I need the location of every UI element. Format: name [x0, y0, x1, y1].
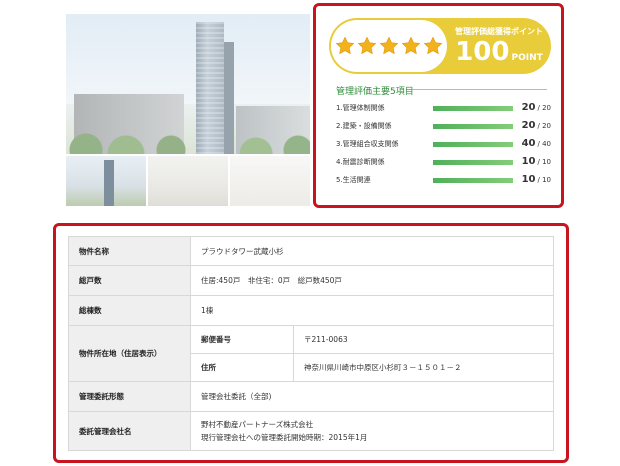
table-row: 委託管理会社名 野村不動産パートナーズ株式会社 現行管理会社への管理委託開始時期… — [68, 411, 554, 451]
property-photo-gallery — [66, 14, 310, 206]
rating-item-label: 5.生活関連 — [336, 176, 371, 184]
photo-thumbnail[interactable] — [148, 156, 228, 206]
points-unit: POINT — [511, 53, 543, 63]
property-info-panel: 物件名称 プラウドタワー武蔵小杉 総戸数 住居:450戸 非住宅：0戸 総戸数4… — [53, 223, 569, 463]
company-name: 野村不動産パートナーズ株式会社 — [201, 420, 314, 429]
property-name: プラウドタワー武蔵小杉 — [190, 236, 554, 266]
rating-bar — [433, 106, 513, 111]
rating-item-label: 2.建築・設備関係 — [336, 122, 392, 130]
total-points-badge: 管理評価総獲得ポイント 100 POINT — [329, 18, 551, 74]
rating-item: 2.建築・設備関係 20/ 20 — [336, 118, 551, 136]
rating-item: 3.管理組合収支関係 40/ 40 — [336, 136, 551, 154]
rating-item-label: 3.管理組合収支関係 — [336, 140, 399, 148]
postal-code: 〒211-0063 — [293, 325, 554, 354]
rating-item-score: 10/ 10 — [521, 174, 551, 185]
row-header: 総戸数 — [68, 265, 191, 296]
address: 神奈川県川崎市中原区小杉町３－１５０１－２ — [293, 353, 554, 382]
management-type: 管理会社委託（全部) — [190, 381, 554, 412]
rating-bar — [433, 142, 513, 147]
rating-items-list: 1.管理体制関係 20/ 20 2.建築・設備関係 20/ 20 3.管理組合収… — [336, 100, 551, 190]
photo-thumbnail[interactable] — [230, 156, 310, 206]
row-header: 総棟数 — [68, 295, 191, 326]
rating-bar — [433, 124, 513, 129]
rating-item: 4.耐震診断関係 10/ 10 — [336, 154, 551, 172]
star-icon — [335, 36, 355, 55]
management-company: 野村不動産パートナーズ株式会社 現行管理会社への管理委託開始時期：2015年1月 — [190, 411, 554, 451]
sub-header: 住所 — [190, 353, 294, 382]
rating-item: 5.生活関連 10/ 10 — [336, 172, 551, 190]
rating-items-title: 管理評価主要5項目 — [336, 87, 414, 97]
total-buildings: 1棟 — [190, 295, 554, 326]
rating-item: 1.管理体制関係 20/ 20 — [336, 100, 551, 118]
table-row: 管理委託形態 管理会社委託（全部) — [68, 381, 554, 412]
sub-header: 郵便番号 — [190, 325, 294, 354]
rating-item-label: 1.管理体制関係 — [336, 104, 385, 112]
star-icon — [401, 36, 421, 55]
divider — [412, 89, 547, 90]
rating-bar — [433, 160, 513, 165]
photo-thumbnail[interactable] — [66, 156, 146, 206]
rating-item-score: 20/ 20 — [521, 120, 551, 131]
photo-thumbnails — [66, 156, 310, 206]
star-icon — [357, 36, 377, 55]
row-header: 管理委託形態 — [68, 381, 191, 412]
star-icon — [423, 36, 443, 55]
management-rating-card: 管理評価総獲得ポイント 100 POINT 管理評価主要5項目 1.管理体制関係 … — [313, 3, 564, 208]
total-points-value: 100 — [455, 37, 510, 67]
table-row: 物件名称 プラウドタワー武蔵小杉 — [68, 236, 554, 266]
property-main-photo[interactable] — [66, 14, 310, 154]
table-row: 総戸数 住居:450戸 非住宅：0戸 総戸数450戸 — [68, 265, 554, 296]
rating-item-score: 20/ 20 — [521, 102, 551, 113]
rating-item-label: 4.耐震診断関係 — [336, 158, 385, 166]
total-points-label: 管理評価総獲得ポイント — [455, 27, 543, 36]
table-row: 物件所在地（住居表示） 郵便番号 〒211-0063 — [68, 325, 554, 382]
rating-bar — [433, 178, 513, 183]
contract-start: 現行管理会社への管理委託開始時期：2015年1月 — [201, 433, 368, 442]
table-row: 総棟数 1棟 — [68, 295, 554, 326]
total-units: 住居:450戸 非住宅：0戸 総戸数450戸 — [190, 265, 554, 296]
star-icon — [379, 36, 399, 55]
row-header: 物件所在地（住居表示） — [68, 325, 191, 382]
property-info-table: 物件名称 プラウドタワー武蔵小杉 総戸数 住居:450戸 非住宅：0戸 総戸数4… — [68, 236, 554, 451]
star-rating — [331, 20, 447, 72]
rating-item-score: 40/ 40 — [521, 138, 551, 149]
row-header: 委託管理会社名 — [68, 411, 191, 451]
rating-item-score: 10/ 10 — [521, 156, 551, 167]
row-header: 物件名称 — [68, 236, 191, 266]
